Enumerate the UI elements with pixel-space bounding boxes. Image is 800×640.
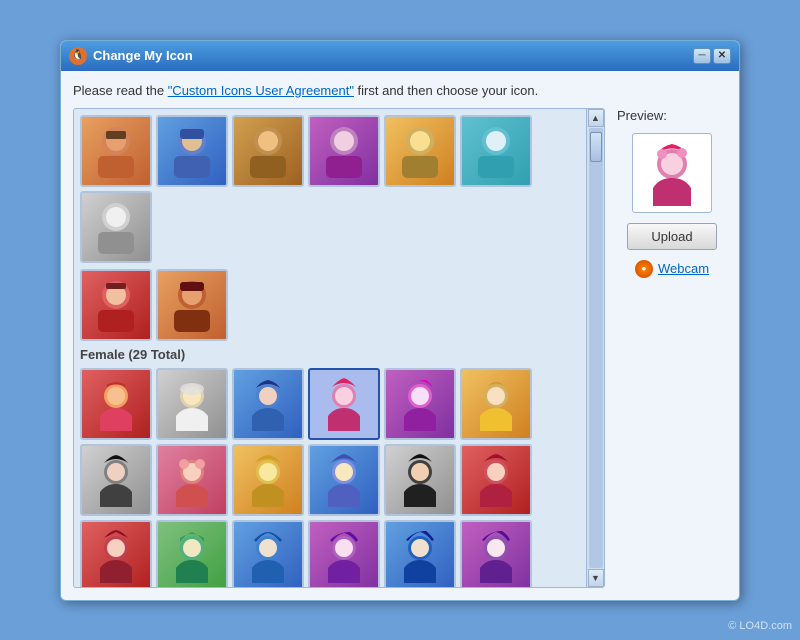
title-controls: ─ ✕ <box>693 48 731 64</box>
top-icon-grid <box>80 115 582 263</box>
window-body: Please read the "Custom Icons User Agree… <box>61 71 739 600</box>
female-section-label: Female (29 Total) <box>80 347 582 362</box>
icon-cell[interactable] <box>384 115 456 187</box>
webcam-row[interactable]: ● Webcam <box>635 260 709 278</box>
icon-cell[interactable] <box>384 444 456 516</box>
preview-box <box>632 133 712 213</box>
instruction-text: Please read the "Custom Icons User Agree… <box>73 83 727 98</box>
scroll-thumb[interactable] <box>590 132 602 162</box>
minimize-button[interactable]: ─ <box>693 48 711 64</box>
app-icon: 🐧 <box>69 47 87 65</box>
user-agreement-link[interactable]: "Custom Icons User Agreement" <box>168 83 354 98</box>
icon-cell[interactable] <box>232 368 304 440</box>
webcam-icon: ● <box>635 260 653 278</box>
icon-cell[interactable] <box>460 520 532 587</box>
icon-cell[interactable] <box>80 368 152 440</box>
icon-cell[interactable] <box>308 115 380 187</box>
upload-button[interactable]: Upload <box>627 223 717 250</box>
scroll-track <box>589 128 603 568</box>
icon-cell[interactable] <box>80 444 152 516</box>
icon-scroll-area[interactable]: Female (29 Total) <box>74 109 604 587</box>
title-bar-left: 🐧 Change My Icon <box>69 47 193 65</box>
icon-cell[interactable] <box>80 115 152 187</box>
icon-cell[interactable] <box>80 520 152 587</box>
icon-cell[interactable] <box>384 520 456 587</box>
side-panel: Preview: Upload ● Webcam <box>617 108 727 588</box>
icon-cell[interactable] <box>232 520 304 587</box>
scrollbar: ▲ ▼ <box>586 109 604 587</box>
icon-cell[interactable] <box>80 269 152 341</box>
icon-cell[interactable] <box>156 269 228 341</box>
scroll-up-button[interactable]: ▲ <box>588 109 604 127</box>
preview-label: Preview: <box>617 108 667 123</box>
window-title: Change My Icon <box>93 48 193 63</box>
second-icon-grid <box>80 269 582 341</box>
icon-cell[interactable] <box>156 368 228 440</box>
icon-cell[interactable] <box>384 368 456 440</box>
icon-cell[interactable] <box>156 444 228 516</box>
title-bar: 🐧 Change My Icon ─ ✕ <box>61 41 739 71</box>
webcam-label[interactable]: Webcam <box>658 261 709 276</box>
icon-cell[interactable] <box>460 444 532 516</box>
watermark: © LO4D.com <box>728 620 792 632</box>
icon-cell[interactable] <box>308 444 380 516</box>
icon-cell[interactable] <box>80 191 152 263</box>
icon-cell[interactable] <box>156 520 228 587</box>
content-area: Female (29 Total) <box>73 108 727 588</box>
main-window: 🐧 Change My Icon ─ ✕ Please read the "Cu… <box>60 40 740 601</box>
scroll-down-button[interactable]: ▼ <box>588 569 604 587</box>
icon-cell[interactable] <box>232 444 304 516</box>
icon-cell[interactable] <box>460 115 532 187</box>
icon-cell[interactable] <box>308 368 380 440</box>
close-button[interactable]: ✕ <box>713 48 731 64</box>
icon-cell[interactable] <box>460 368 532 440</box>
icon-panel: Female (29 Total) <box>73 108 605 588</box>
icon-cell[interactable] <box>308 520 380 587</box>
female-icon-grid <box>80 368 582 587</box>
icon-cell[interactable] <box>156 115 228 187</box>
icon-cell[interactable] <box>232 115 304 187</box>
